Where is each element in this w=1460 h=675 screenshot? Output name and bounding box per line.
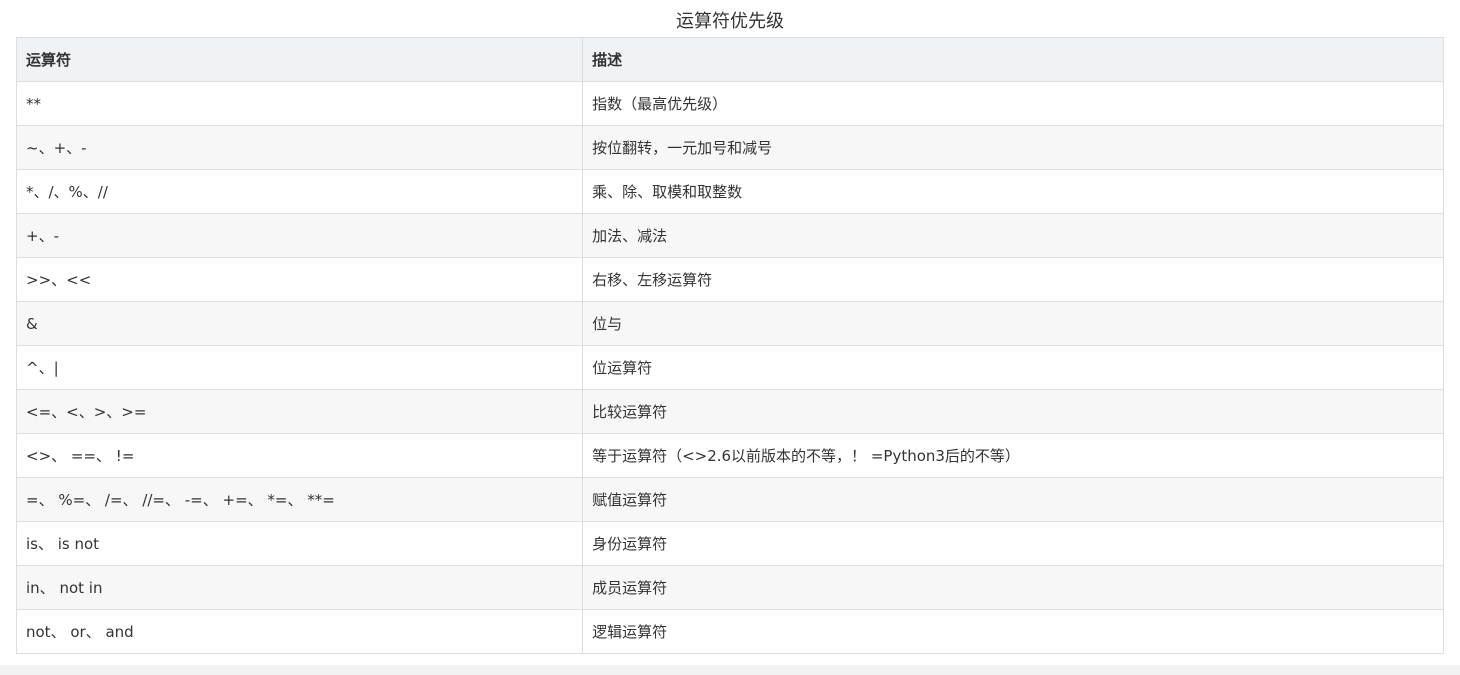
- header-operator: 运算符: [15, 37, 584, 82]
- operator-cell: *、/、%、//: [15, 169, 584, 214]
- operator-cell: **: [15, 81, 584, 126]
- operator-cell: not、 or、 and: [15, 609, 584, 654]
- description-cell: 逻辑运算符: [582, 609, 1444, 654]
- description-cell: 乘、除、取模和取整数: [582, 169, 1444, 214]
- operator-cell: >>、<<: [15, 257, 584, 302]
- description-cell: 位与: [582, 301, 1444, 346]
- description-cell: 指数（最高优先级）: [582, 81, 1444, 126]
- table-row: +、- 加法、减法: [15, 213, 1444, 258]
- table-row: in、 not in 成员运算符: [15, 565, 1444, 610]
- table-row: & 位与: [15, 301, 1444, 346]
- page-bottom-divider: [0, 665, 1460, 675]
- table-row: ** 指数（最高优先级）: [15, 81, 1444, 126]
- operator-cell: ^、|: [15, 345, 584, 390]
- description-cell: 位运算符: [582, 345, 1444, 390]
- description-cell: 成员运算符: [582, 565, 1444, 610]
- table-row: <>、 ==、 != 等于运算符（<>2.6以前版本的不等，！ =Python3…: [15, 433, 1444, 478]
- operator-cell: =、 %=、 /=、 //=、 -=、 +=、 *=、 **=: [15, 477, 584, 522]
- description-cell: 右移、左移运算符: [582, 257, 1444, 302]
- table-caption: 运算符优先级: [676, 11, 784, 32]
- table-row: ~、+、- 按位翻转，一元加号和减号: [15, 125, 1444, 170]
- description-cell: 按位翻转，一元加号和减号: [582, 125, 1444, 170]
- table-row: =、 %=、 /=、 //=、 -=、 +=、 *=、 **= 赋值运算符: [15, 477, 1444, 522]
- header-description: 描述: [582, 37, 1444, 82]
- description-cell: 加法、减法: [582, 213, 1444, 258]
- table-row: <=、<、>、>= 比较运算符: [15, 389, 1444, 434]
- table-row: >>、<< 右移、左移运算符: [15, 257, 1444, 302]
- description-cell: 赋值运算符: [582, 477, 1444, 522]
- operator-cell: <=、<、>、>=: [15, 389, 584, 434]
- table-header-row: 运算符 描述: [15, 37, 1444, 82]
- table-row: is、 is not 身份运算符: [15, 521, 1444, 566]
- description-cell: 比较运算符: [582, 389, 1444, 434]
- operator-precedence-table: 运算符 描述 ** 指数（最高优先级） ~、+、- 按位翻转，一元加号和减号 *…: [15, 37, 1444, 654]
- table-row: ^、| 位运算符: [15, 345, 1444, 390]
- operator-cell: is、 is not: [15, 521, 584, 566]
- operator-cell: in、 not in: [15, 565, 584, 610]
- operator-cell: <>、 ==、 !=: [15, 433, 584, 478]
- table-row: *、/、%、// 乘、除、取模和取整数: [15, 169, 1444, 214]
- description-cell: 等于运算符（<>2.6以前版本的不等，！ =Python3后的不等）: [582, 433, 1444, 478]
- operator-cell: &: [15, 301, 584, 346]
- description-cell: 身份运算符: [582, 521, 1444, 566]
- operator-cell: +、-: [15, 213, 584, 258]
- table-row: not、 or、 and 逻辑运算符: [15, 609, 1444, 654]
- operator-cell: ~、+、-: [15, 125, 584, 170]
